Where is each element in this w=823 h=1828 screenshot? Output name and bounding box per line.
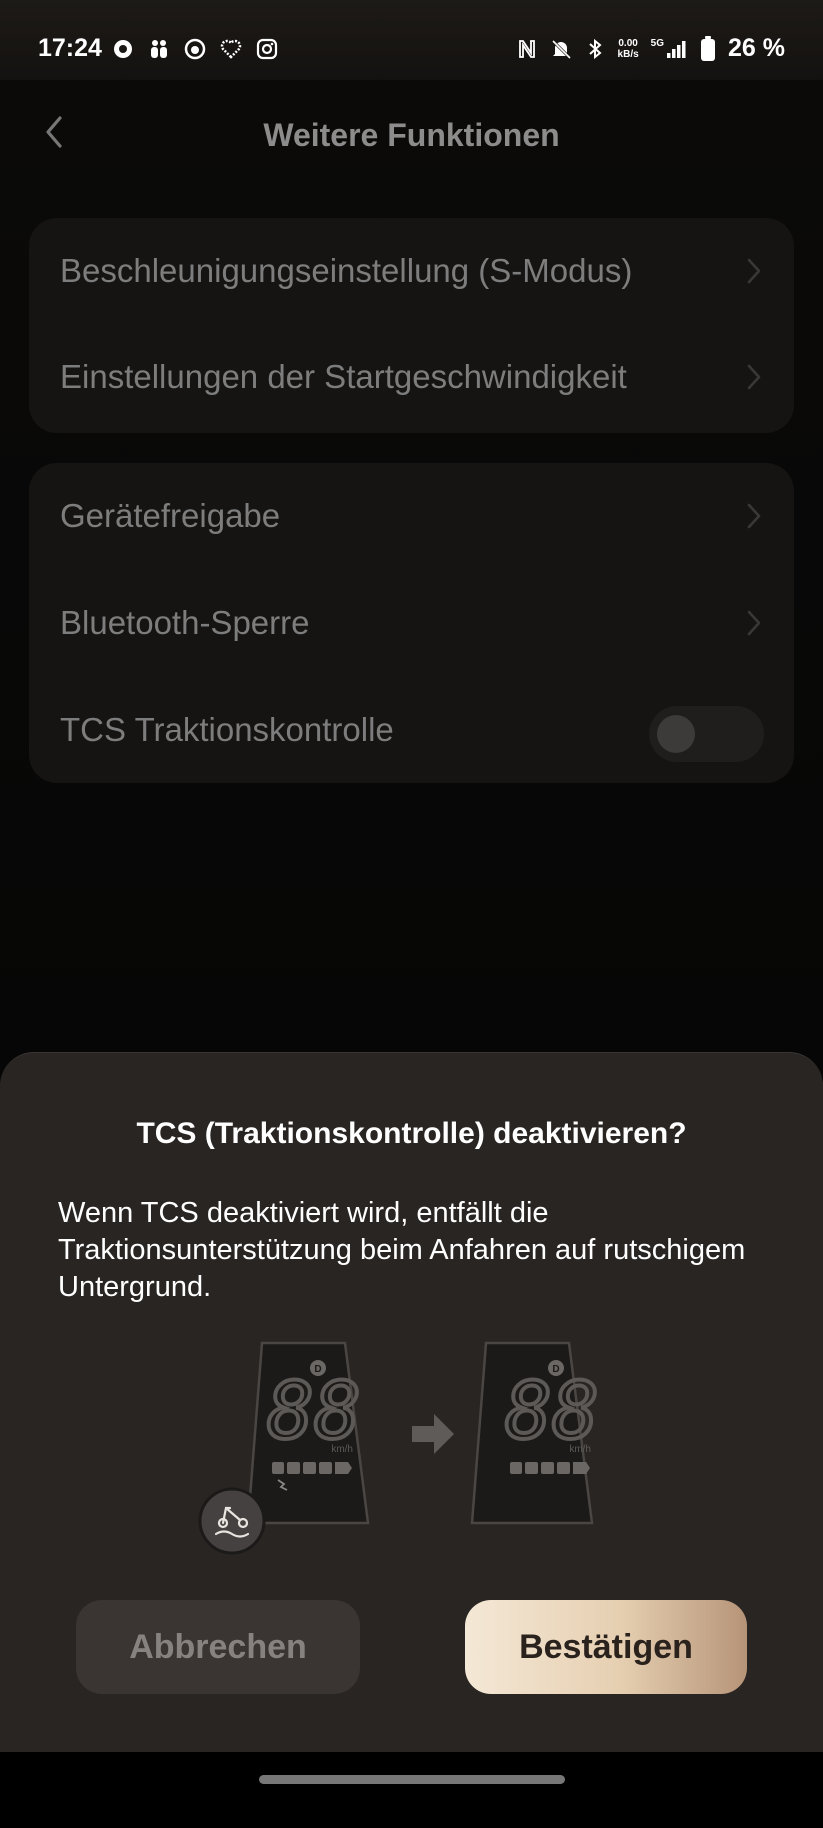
- dialog-message: Wenn TCS deaktiviert wird, entfällt die …: [58, 1197, 746, 1303]
- confirm-button[interactable]: Bestätigen: [465, 1600, 747, 1694]
- tcs-illustration: D 88 km/h D 88 km/h: [198, 1341, 601, 1555]
- settings-row-bluetooth-lock[interactable]: Bluetooth-Sperre: [29, 570, 794, 676]
- system-icons: 0.00 kB/s 5G 26 %: [516, 34, 785, 63]
- chevron-right-icon: [747, 503, 761, 529]
- chevron-right-icon: [747, 258, 761, 284]
- settings-row-device-sharing[interactable]: Gerätefreigabe: [29, 463, 794, 569]
- chevron-right-icon: [747, 610, 761, 636]
- signal-icon: [667, 40, 686, 58]
- nfc-icon: [518, 39, 535, 58]
- arrow-right-icon: [412, 1414, 454, 1454]
- display-right: D 88 km/h: [470, 1341, 601, 1525]
- heart-pixel-icon: [220, 39, 242, 59]
- display-left-unit: km/h: [331, 1444, 353, 1455]
- settings-row-label: Einstellungen der Startgeschwindigkeit: [60, 358, 627, 395]
- battery-icon: [701, 35, 716, 61]
- status-time: 17:24: [38, 34, 102, 62]
- bell-muted-icon: [551, 39, 571, 59]
- settings-row-label: Gerätefreigabe: [60, 497, 281, 534]
- chat-bubble-icon: [114, 40, 132, 58]
- battery-percentage: 26 %: [728, 34, 785, 62]
- home-indicator[interactable]: [259, 1775, 565, 1784]
- navigation-bar: [0, 1752, 823, 1828]
- status-bar: 17:24 0.00 kB/s 5G 26 %: [0, 0, 823, 80]
- settings-row-label: Beschleunigungseinstellung (S-Modus): [60, 252, 633, 289]
- tcs-confirm-dialog: TCS (Traktionskontrolle) deaktivieren? W…: [0, 1052, 823, 1753]
- family-icon: [151, 40, 167, 58]
- network-speed-value: 0.00: [618, 37, 638, 49]
- settings-card-acceleration: Beschleunigungseinstellung (S-Modus) Ein…: [29, 218, 794, 433]
- toggle-knob: [657, 715, 695, 753]
- signal-group: 5G: [651, 38, 688, 60]
- network-speed: 0.00 kB/s: [618, 38, 639, 60]
- settings-row-label: TCS Traktionskontrolle: [60, 711, 394, 748]
- page-title: Weitere Funktionen: [263, 117, 560, 153]
- settings-row-tcs: TCS Traktionskontrolle: [29, 677, 794, 783]
- chevron-right-icon: [747, 364, 761, 390]
- dialog-title: TCS (Traktionskontrolle) deaktivieren?: [136, 1117, 687, 1150]
- display-right-unit: km/h: [569, 1444, 591, 1455]
- settings-row-label: Bluetooth-Sperre: [60, 604, 310, 641]
- network-speed-unit: kB/s: [617, 48, 639, 60]
- instagram-icon: [256, 38, 278, 60]
- notification-icons: [112, 38, 278, 60]
- network-type: 5G: [650, 37, 665, 49]
- settings-row-start-speed[interactable]: Einstellungen der Startgeschwindigkeit: [29, 324, 794, 430]
- settings-card-device: Gerätefreigabe Bluetooth-Sperre TCS Trak…: [29, 463, 794, 783]
- tcs-toggle[interactable]: [649, 706, 764, 762]
- app-header: Weitere Funktionen: [0, 80, 823, 185]
- display-left: D 88 km/h: [198, 1341, 370, 1555]
- lion-icon: [184, 38, 206, 60]
- bluetooth-icon: [588, 38, 602, 59]
- settings-row-acceleration[interactable]: Beschleunigungseinstellung (S-Modus): [29, 218, 794, 324]
- cancel-button[interactable]: Abbrechen: [76, 1600, 360, 1694]
- scooter-badge: [198, 1487, 266, 1555]
